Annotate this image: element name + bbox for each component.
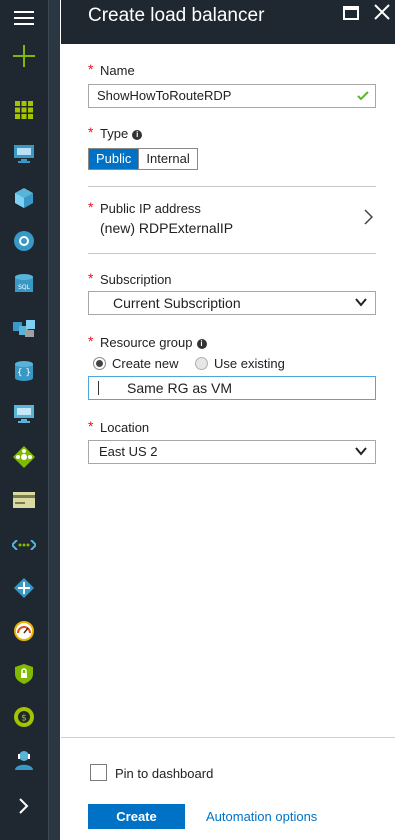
name-input-value: ShowHowToRouteRDP: [97, 88, 232, 103]
required-marker: *: [88, 333, 94, 349]
svg-text:$: $: [21, 714, 27, 724]
blade-title: Create load balancer: [88, 5, 265, 26]
required-marker: *: [88, 418, 94, 434]
pin-to-dashboard-checkbox[interactable]: [90, 764, 107, 781]
required-marker: *: [88, 61, 94, 77]
create-load-balancer-blade: Create load balancer * Name ShowHowToRou…: [61, 0, 395, 840]
vpn-gateway-icon[interactable]: [0, 570, 48, 606]
more-services-icon[interactable]: [0, 788, 48, 824]
chevron-down-icon: [355, 447, 367, 456]
help-support-icon[interactable]: [0, 742, 48, 778]
subscription-value: Current Subscription: [113, 295, 241, 311]
resource-group-label-wrap: Resource group i: [100, 335, 207, 350]
footer-divider: [61, 737, 395, 738]
type-toggle[interactable]: Public Internal: [88, 148, 198, 170]
rail-divider: [48, 0, 60, 840]
name-input[interactable]: ShowHowToRouteRDP: [88, 84, 376, 108]
new-plus-icon[interactable]: [0, 38, 48, 74]
monitor-icon[interactable]: [0, 613, 48, 649]
resource-group-label: Resource group: [100, 335, 193, 350]
location-value: East US 2: [99, 444, 158, 459]
use-existing-label[interactable]: Use existing: [214, 356, 285, 371]
name-label: Name: [100, 63, 135, 78]
create-new-label[interactable]: Create new: [112, 356, 178, 371]
text-cursor: [98, 381, 99, 395]
svg-text:{ }: { }: [17, 368, 31, 378]
blade-header: Create load balancer: [61, 0, 395, 44]
virtual-machines-icon[interactable]: [0, 136, 48, 172]
required-marker: *: [88, 270, 94, 286]
location-label: Location: [100, 420, 150, 435]
type-label: Type: [100, 126, 129, 141]
info-icon[interactable]: i: [196, 339, 207, 349]
load-balancers-icon[interactable]: [0, 439, 48, 475]
use-existing-radio[interactable]: [195, 357, 208, 370]
virtual-networks-icon[interactable]: [0, 527, 48, 563]
public-ip-label: Public IP address: [100, 201, 201, 216]
chevron-down-icon: [355, 298, 367, 307]
location-select[interactable]: East US 2: [88, 440, 376, 464]
left-rail: SQL { } $: [0, 0, 48, 840]
divider: [88, 253, 376, 254]
public-ip-value: (new) RDPExternalIP: [100, 220, 234, 236]
sql-databases-icon[interactable]: SQL: [0, 266, 48, 302]
subscriptions-icon[interactable]: [0, 482, 48, 518]
type-label-wrap: Type i: [100, 126, 143, 141]
virtual-machine-classic-icon[interactable]: [0, 396, 48, 432]
type-option-public[interactable]: Public: [89, 149, 139, 169]
automation-options-link[interactable]: Automation options: [206, 809, 317, 824]
resource-group-value: Same RG as VM: [127, 380, 233, 396]
maximize-icon[interactable]: [343, 6, 359, 20]
chevron-right-icon: [364, 209, 373, 225]
storage-accounts-icon[interactable]: { }: [0, 353, 48, 389]
dashboard-grid-icon[interactable]: [0, 92, 48, 128]
svg-text:SQL: SQL: [18, 284, 31, 291]
cloud-services-icon[interactable]: [0, 180, 48, 216]
app-services-icon[interactable]: [0, 223, 48, 259]
resource-group-input[interactable]: Same RG as VM: [88, 376, 376, 400]
required-marker: *: [88, 124, 94, 140]
subscription-label: Subscription: [100, 272, 172, 287]
valid-check-icon: [357, 91, 369, 101]
cost-management-icon[interactable]: $: [0, 699, 48, 735]
hamburger-menu-icon[interactable]: [0, 0, 48, 36]
required-marker: *: [88, 199, 94, 215]
public-ip-selector[interactable]: * Public IP address (new) RDPExternalIP: [88, 192, 376, 248]
info-icon[interactable]: i: [132, 130, 143, 140]
close-icon[interactable]: [372, 2, 392, 22]
create-button[interactable]: Create: [88, 804, 185, 829]
divider: [88, 186, 376, 187]
type-option-internal[interactable]: Internal: [138, 149, 197, 169]
subscription-select[interactable]: Current Subscription: [88, 291, 376, 315]
resource-groups-icon[interactable]: [0, 310, 48, 346]
pin-to-dashboard-label[interactable]: Pin to dashboard: [115, 766, 213, 781]
create-new-radio[interactable]: [93, 357, 106, 370]
security-center-icon[interactable]: [0, 656, 48, 692]
